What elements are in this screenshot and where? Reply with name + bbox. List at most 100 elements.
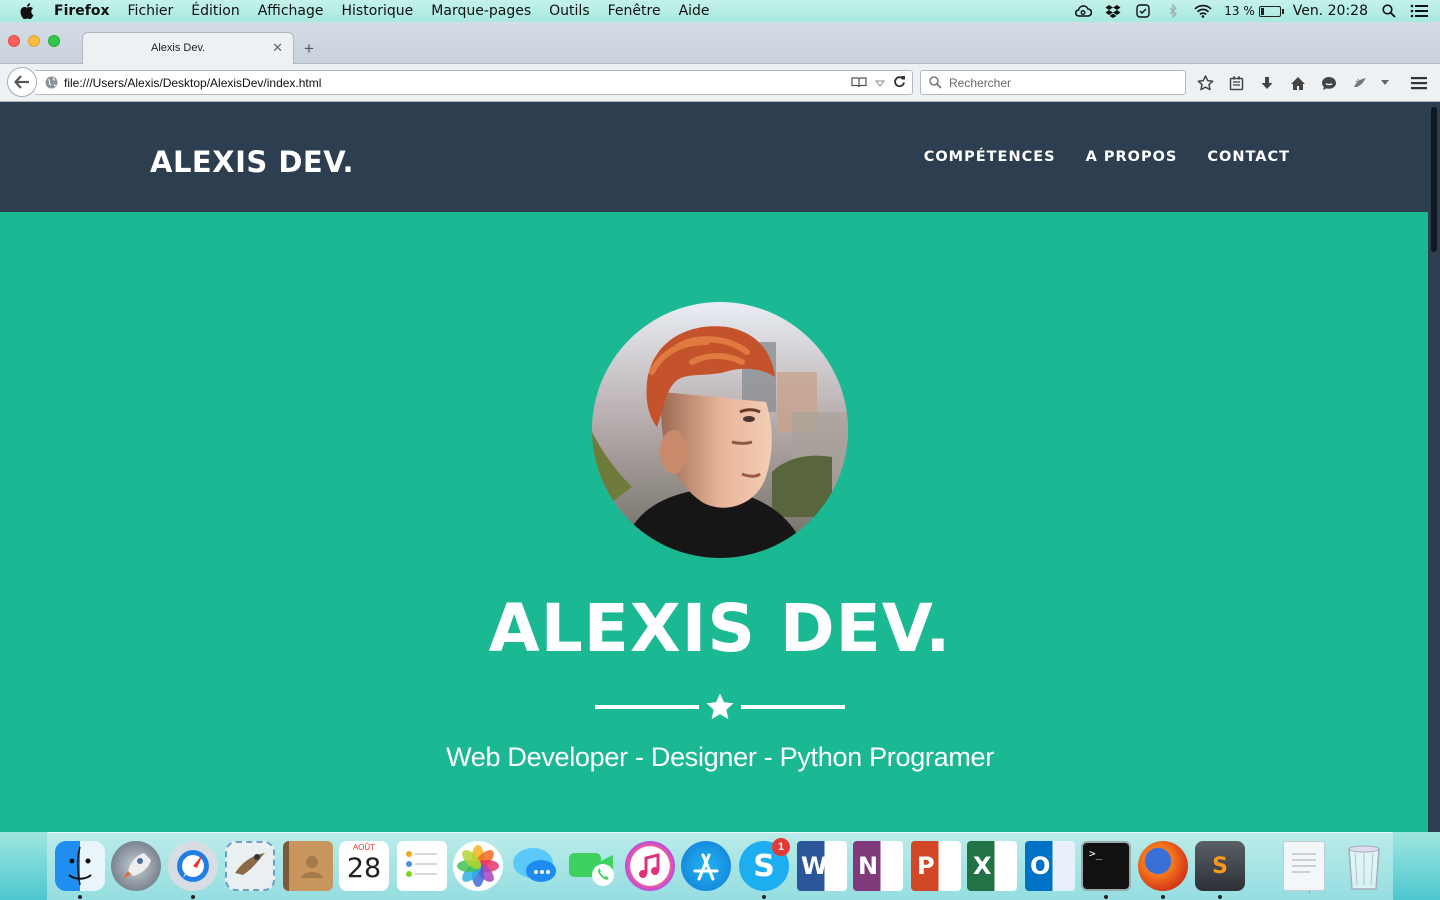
battery-percent: 13 %	[1224, 4, 1255, 18]
star-divider	[595, 692, 845, 722]
menu-fenetre[interactable]: Fenêtre	[608, 3, 661, 19]
safari-icon[interactable]	[168, 841, 218, 891]
menubar-clock[interactable]: Ven. 20:28	[1293, 3, 1368, 19]
outlook-icon[interactable]: O	[1025, 841, 1075, 891]
divider-line-right	[741, 705, 845, 709]
safari-running-indicator	[191, 895, 195, 899]
profile-photo	[592, 302, 848, 558]
finder-running-indicator	[78, 895, 82, 899]
nav-link-a-propos[interactable]: A PROPOS	[1086, 149, 1178, 165]
wifi-icon[interactable]	[1194, 3, 1212, 19]
itunes-icon[interactable]	[625, 841, 675, 891]
search-bar[interactable]	[920, 70, 1186, 95]
apple-icon[interactable]	[18, 2, 36, 20]
zoom-window-button[interactable]	[48, 35, 60, 47]
menu-edition[interactable]: Édition	[191, 3, 239, 19]
macos-menubar: Firefox Fichier Édition Affichage Histor…	[0, 0, 1440, 22]
documents-stack-icon[interactable]	[1283, 841, 1325, 891]
home-icon[interactable]	[1287, 73, 1309, 93]
mail-icon[interactable]	[225, 841, 275, 891]
skype-notification-badge: 1	[772, 838, 790, 856]
site-header: ALEXIS DEV. COMPÉTENCES A PROPOS CONTACT	[0, 102, 1428, 212]
reload-icon[interactable]	[893, 75, 906, 93]
menu-app-firefox[interactable]: Firefox	[54, 3, 110, 19]
nav-link-contact[interactable]: CONTACT	[1207, 149, 1290, 165]
facetime-icon[interactable]	[567, 841, 617, 891]
browser-navbar: file:///Users/Alexis/Desktop/AlexisDev/i…	[0, 64, 1440, 102]
spotlight-search-icon[interactable]	[1380, 3, 1398, 19]
globe-icon	[45, 76, 59, 90]
menu-historique[interactable]: Historique	[342, 3, 414, 19]
bookmark-star-icon[interactable]	[1194, 73, 1216, 93]
macos-dock: AOÛT 28 S 1 W N P X O >_ S	[47, 832, 1393, 900]
photos-icon[interactable]	[453, 841, 503, 891]
trash-icon[interactable]	[1339, 841, 1389, 891]
search-input[interactable]	[949, 75, 1169, 90]
minimize-window-button[interactable]	[28, 35, 40, 47]
calendar-icon[interactable]: AOÛT 28	[339, 841, 389, 891]
sublime-running-indicator	[1218, 895, 1222, 899]
menubar-status-area: 13 % Ven. 20:28	[1074, 0, 1440, 22]
menu-marque-pages[interactable]: Marque-pages	[431, 3, 531, 19]
hero-title: ALEXIS DEV.	[488, 590, 952, 667]
browser-toolbar-icons	[1194, 73, 1399, 93]
tab-title: Alexis Dev.	[151, 42, 206, 54]
finder-icon[interactable]	[55, 841, 105, 891]
contacts-icon[interactable]	[283, 841, 333, 891]
launchpad-icon[interactable]	[111, 841, 161, 891]
browser-tabbar: Alexis Dev. ✕ +	[0, 22, 1440, 64]
url-actions	[851, 75, 906, 93]
star-icon	[706, 693, 734, 720]
close-window-button[interactable]	[8, 35, 20, 47]
notification-center-icon[interactable]	[1410, 3, 1428, 19]
bluetooth-icon[interactable]	[1164, 3, 1182, 19]
url-text[interactable]: file:///Users/Alexis/Desktop/AlexisDev/i…	[64, 76, 321, 90]
battery-icon[interactable]	[1258, 5, 1284, 17]
menu-fichier[interactable]: Fichier	[128, 3, 174, 19]
sublime-text-icon[interactable]: S	[1195, 841, 1245, 891]
firefox-running-indicator	[1161, 895, 1165, 899]
calendar-day: 28	[346, 853, 382, 884]
menu-outils[interactable]: Outils	[549, 3, 589, 19]
messages-icon[interactable]	[511, 841, 561, 891]
bookmarks-menu-icon[interactable]	[1225, 73, 1247, 93]
site-nav: COMPÉTENCES A PROPOS CONTACT	[924, 149, 1290, 165]
page-scrollbar[interactable]	[1428, 102, 1440, 832]
extension-icon[interactable]	[1349, 73, 1371, 93]
browser-tab-active[interactable]: Alexis Dev. ✕	[82, 32, 294, 64]
calendar-month: AOÛT	[352, 843, 376, 852]
hero-section: ALEXIS DEV. Web Developer - Designer - P…	[0, 212, 1428, 832]
checkmark-shield-icon[interactable]	[1134, 3, 1152, 19]
back-button[interactable]	[7, 67, 37, 97]
powerpoint-icon[interactable]: P	[911, 841, 961, 891]
nav-link-competences[interactable]: COMPÉTENCES	[924, 149, 1056, 165]
new-tab-button[interactable]: +	[304, 39, 314, 59]
creative-cloud-icon[interactable]	[1074, 3, 1093, 19]
skype-running-indicator	[762, 895, 766, 899]
search-icon	[929, 76, 943, 90]
terminal-running-indicator	[1104, 895, 1108, 899]
scrollbar-thumb[interactable]	[1431, 107, 1437, 252]
tab-close-icon[interactable]: ✕	[272, 40, 283, 56]
history-dropdown-icon[interactable]	[874, 75, 886, 93]
hero-subtitle: Web Developer - Designer - Python Progra…	[446, 742, 994, 772]
onenote-icon[interactable]: N	[853, 841, 903, 891]
dropbox-icon[interactable]	[1104, 3, 1122, 19]
window-controls	[8, 35, 60, 47]
app-store-icon[interactable]	[681, 841, 731, 891]
firefox-icon[interactable]	[1138, 841, 1188, 891]
word-icon[interactable]: W	[797, 841, 847, 891]
menu-affichage[interactable]: Affichage	[258, 3, 324, 19]
site-brand-logo[interactable]: ALEXIS DEV.	[150, 145, 354, 179]
downloads-icon[interactable]	[1256, 73, 1278, 93]
menu-aide[interactable]: Aide	[679, 3, 710, 19]
hello-chat-icon[interactable]	[1318, 73, 1340, 93]
reminders-icon[interactable]	[397, 841, 447, 891]
excel-icon[interactable]: X	[967, 841, 1017, 891]
reader-view-icon[interactable]	[851, 75, 867, 93]
url-bar[interactable]: file:///Users/Alexis/Desktop/AlexisDev/i…	[35, 70, 913, 95]
extension-dropdown-icon[interactable]	[1380, 73, 1390, 93]
divider-line-left	[595, 705, 699, 709]
hamburger-menu-icon[interactable]	[1410, 74, 1428, 92]
terminal-icon[interactable]: >_	[1081, 841, 1131, 891]
